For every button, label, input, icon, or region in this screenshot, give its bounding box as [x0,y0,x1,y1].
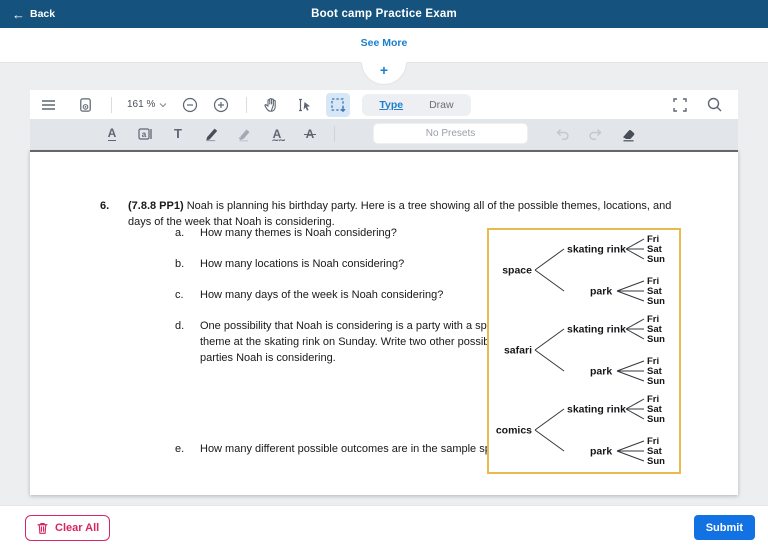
clear-all-button[interactable]: Clear All [25,515,111,541]
app-root: ← Back Boot camp Practice Exam See More … [0,0,768,548]
pen-icon[interactable] [201,124,221,144]
redo-icon[interactable] [585,124,605,144]
tree-day-label: Sun [647,376,665,387]
sub-text: How many locations is Noah considering? [200,258,405,270]
document-page[interactable]: 6. (7.8.8 PP1) Noah is planning his birt… [30,150,738,495]
note-text-icon[interactable]: a [135,124,155,144]
tree-theme-label: safari [504,345,532,357]
tree-day-label: Sun [647,296,665,307]
svg-text:a: a [142,130,147,139]
zoom-out-icon[interactable] [180,95,200,115]
clear-all-label: Clear All [55,522,100,534]
sub-text: How many different possible outcomes are… [200,443,515,455]
toolbar-divider [334,125,335,142]
question-body: Noah is planning his birthday party. Her… [128,200,672,228]
tree-location-label: park [590,286,612,298]
marquee-select-icon[interactable] [326,92,351,117]
tree-day-label: Sun [647,254,665,265]
tree-day-label: Sun [647,456,665,467]
tree-location-label: skating rink [567,404,626,416]
underline-text-icon[interactable]: A [102,124,122,144]
sub-question-c: c. How many days of the week is Noah con… [175,288,518,304]
presets-placeholder: No Presets [425,128,476,139]
tree-theme-label: comics [496,425,532,437]
tab-draw[interactable]: Draw [416,97,467,113]
tree-day-label: Sun [647,334,665,345]
tree-theme-label: space [502,265,532,277]
viewer-toolbar: 161 % Type Draw [30,90,738,119]
question-number: 6. [100,200,110,212]
text-tool-icon[interactable]: T [168,124,188,144]
text-select-icon[interactable] [294,95,314,115]
mode-tabs: Type Draw [362,93,471,116]
tree-day-label: Sun [647,414,665,425]
sub-letter: b. [175,258,185,270]
sub-question-b: b. How many locations is Noah considerin… [175,257,518,273]
top-header-bar: ← Back Boot camp Practice Exam [0,0,768,28]
sub-question-a: a. How many themes is Noah considering? [175,226,518,242]
sub-question-e: e. How many different possible outcomes … [175,442,518,458]
document-content: 6. (7.8.8 PP1) Noah is planning his birt… [30,152,738,495]
sub-letter: e. [175,443,185,455]
menu-icon[interactable] [38,95,58,115]
sub-text: How many days of the week is Noah consid… [200,289,444,301]
strikethrough-icon[interactable]: A [300,124,320,144]
tree-location-label: park [590,366,612,378]
page-settings-icon[interactable] [75,95,95,115]
eraser-icon[interactable] [618,124,638,144]
back-arrow-icon: ← [12,6,25,22]
footer-bar: Clear All Submit [0,505,768,548]
undo-icon[interactable] [552,124,572,144]
tree-location-label: skating rink [567,244,626,256]
sub-text: How many themes is Noah considering? [200,227,397,239]
chevron-down-icon [159,102,167,107]
trash-icon [37,522,48,534]
sub-letter: a. [175,227,185,239]
sub-letter: d. [175,320,185,332]
toolbar-divider [246,96,248,113]
tree-diagram: space skating rink park Fri Sat Sun Fri Sat Sun s… [487,228,681,474]
submit-button[interactable]: Submit [693,515,755,540]
plus-icon: + [379,62,389,78]
squiggly-underline-icon[interactable]: A ∼∼ [267,124,287,145]
tab-type[interactable]: Type [366,97,416,113]
question-tag: (7.8.8 PP1) [128,200,184,212]
zoom-in-icon[interactable] [211,95,231,115]
sub-text: One possibility that Noah is considering… [200,320,505,364]
zoom-level-dropdown[interactable]: 161 % [127,99,167,110]
zoom-level-value: 161 % [127,99,156,110]
sub-question-d: d. One possibility that Noah is consider… [175,319,518,367]
fullscreen-icon[interactable] [670,95,690,115]
toolbar-divider [111,96,112,113]
see-more-strip: See More [0,28,768,62]
back-button[interactable]: ← Back [12,0,55,28]
page-title: Boot camp Practice Exam [311,8,457,20]
tree-location-label: park [590,446,612,458]
presets-dropdown[interactable]: No Presets [373,123,528,144]
hand-tool-icon[interactable] [261,95,281,115]
see-more-link[interactable]: See More [0,37,768,49]
viewer-workspace: 161 % Type Draw A a T A ∼∼ No Presets 6.… [0,63,768,505]
highlighter-icon[interactable] [234,124,254,144]
sub-letter: c. [175,289,184,301]
back-label: Back [30,8,56,20]
search-icon[interactable] [704,95,724,115]
annotation-toolbar: A a T A∼∼ A No Presets [30,119,738,148]
tree-location-label: skating rink [567,324,626,336]
